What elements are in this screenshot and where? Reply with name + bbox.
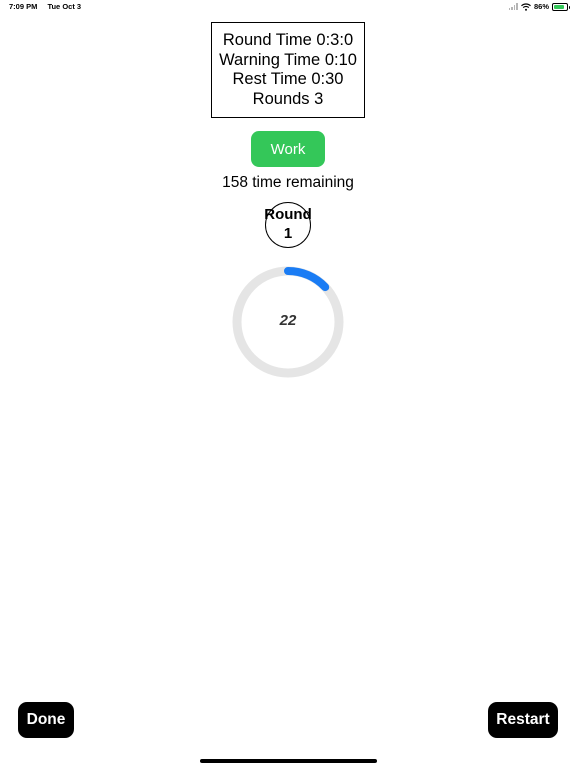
time-remaining-text: 158 time remaining	[222, 174, 354, 191]
done-button[interactable]: Done	[18, 702, 74, 738]
cellular-signal-icon	[508, 3, 518, 10]
round-number: 1	[283, 225, 293, 242]
round-label: Round	[264, 206, 312, 223]
seconds-remaining: 22	[279, 312, 297, 329]
rest-time-text: Rest Time 0:30	[232, 70, 344, 88]
status-bar: 7:09 PM Tue Oct 3 86%	[0, 0, 576, 14]
rounds-text: Rounds 3	[252, 89, 324, 108]
battery-level	[554, 4, 565, 9]
home-indicator	[200, 759, 377, 763]
timer-settings-box: Round Time 0:3:0 Warning Time 0:10 Rest …	[211, 22, 365, 118]
battery-percent: 86%	[533, 2, 549, 11]
round-time-text: Round Time 0:3:0	[222, 31, 354, 49]
work-phase-button[interactable]: Work	[251, 131, 325, 167]
status-time: 7:09 PM	[9, 2, 38, 11]
battery-icon	[552, 2, 570, 11]
restart-button[interactable]: Restart	[488, 702, 558, 738]
wifi-icon	[521, 2, 531, 11]
warning-time-text: Warning Time 0:10	[219, 50, 357, 69]
status-date: Tue Oct 3	[47, 2, 82, 11]
